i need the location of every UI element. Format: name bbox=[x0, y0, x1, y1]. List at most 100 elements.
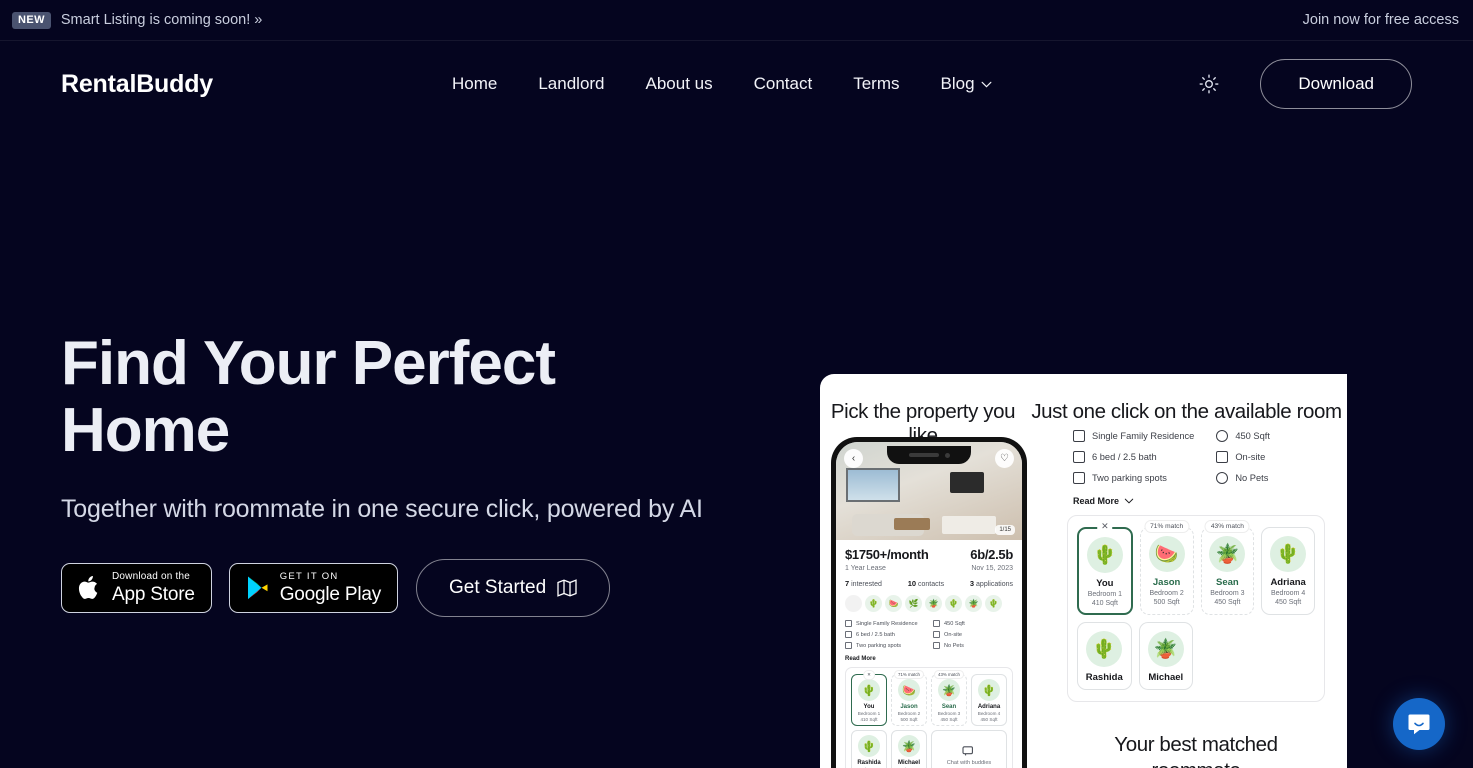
feature-item: No Pets bbox=[1216, 472, 1270, 484]
close-icon[interactable]: ✕ bbox=[863, 670, 875, 680]
nav-link-about-us[interactable]: About us bbox=[646, 74, 713, 94]
stat-applications-num: 3 bbox=[969, 579, 975, 588]
feature-item: No Pets bbox=[933, 642, 1013, 649]
room-avatar: 🍉 bbox=[898, 679, 920, 701]
close-icon[interactable]: ✕ bbox=[1097, 521, 1113, 532]
room-bed: Bedroom 3 bbox=[1210, 590, 1245, 597]
room-avatar: 🪴 bbox=[1209, 536, 1246, 572]
features-left: Single Family Residence 6 bed / 2.5 bath… bbox=[845, 620, 925, 649]
heart-icon[interactable]: ♡ bbox=[995, 449, 1014, 468]
site-logo[interactable]: RentalBuddy bbox=[61, 70, 213, 99]
room-card-michael[interactable]: 🪴 Michael bbox=[1138, 622, 1193, 690]
chevron-down-icon bbox=[1124, 498, 1134, 504]
avatar: 🍉 bbox=[885, 595, 902, 612]
nav-link-contact[interactable]: Contact bbox=[754, 74, 813, 94]
google-play-top-label: GET IT ON bbox=[279, 571, 339, 583]
feature-item: 6 bed / 2.5 bath bbox=[845, 631, 925, 638]
room-card-jason[interactable]: 71% match 🍉 Jason Bedroom 2 500 Sqft bbox=[1139, 520, 1194, 615]
room-name: Adriana bbox=[1270, 577, 1306, 588]
room-card-sean[interactable]: 43% match 🪴 Sean Bedroom 3 450 Sqft bbox=[931, 670, 967, 726]
nav-link-home[interactable]: Home bbox=[452, 74, 497, 94]
lease-row: 1 Year Lease Nov 15, 2023 bbox=[845, 565, 1013, 572]
app-store-top-label: Download on the bbox=[112, 570, 191, 582]
avatar: 🌵 bbox=[945, 595, 962, 612]
room-card-you[interactable]: ✕ 🌵 You Bedroom 1 410 Sqft bbox=[1077, 521, 1133, 615]
feature-item: On-site bbox=[1216, 451, 1270, 463]
panel-read-more-toggle[interactable]: Read More bbox=[1073, 496, 1337, 506]
hero-title-line1: Find Your Perfect bbox=[61, 329, 556, 398]
chat-widget-button[interactable] bbox=[1393, 698, 1445, 750]
room-name: You bbox=[1096, 578, 1114, 589]
stat-applications-label: applications bbox=[976, 581, 1013, 588]
room-bed: Bedroom 4 bbox=[1271, 590, 1306, 597]
room-card-rashida[interactable]: 🌵 Rashida Bedroom 5 400 Sqft bbox=[851, 730, 887, 768]
google-play-button[interactable]: GET IT ON Google Play bbox=[228, 562, 399, 613]
chevron-down-icon bbox=[981, 81, 991, 87]
sun-icon[interactable] bbox=[1197, 72, 1221, 96]
room-avatar: 🍉 bbox=[1148, 536, 1185, 572]
room-name: Adriana bbox=[977, 704, 1001, 710]
room-bed: Bedroom 3 bbox=[937, 711, 961, 716]
download-button[interactable]: Download bbox=[1260, 59, 1412, 109]
matched-roommate-heading: Your best matched roommate show up! bbox=[1075, 732, 1317, 768]
get-started-button[interactable]: Get Started bbox=[416, 558, 611, 617]
google-play-icon bbox=[247, 576, 268, 600]
nav-label: Terms bbox=[853, 74, 900, 93]
panel-right-column: Single Family Residence 6 bed / 2.5 bath… bbox=[1055, 430, 1337, 768]
features-right: 450 Sqft On-site No Pets bbox=[933, 620, 1013, 649]
nav-link-terms[interactable]: Terms bbox=[853, 74, 899, 94]
panel-features: Single Family Residence 6 bed / 2.5 bath… bbox=[1055, 430, 1337, 484]
avatar: 🌵 bbox=[865, 595, 882, 612]
room-card-rashida[interactable]: 🌵 Rashida bbox=[1077, 622, 1132, 690]
announcement-bar: NEW Smart Listing is coming soon! » Join… bbox=[0, 0, 1473, 41]
join-now-link[interactable]: Join now for free access bbox=[1303, 12, 1459, 28]
room-card-adriana[interactable]: 🌵 Adriana Bedroom 4 450 Sqft bbox=[1261, 527, 1315, 615]
announcement-message[interactable]: NEW Smart Listing is coming soon! » bbox=[12, 11, 262, 29]
back-icon[interactable]: ‹ bbox=[844, 449, 863, 468]
stat-interested: 7 interested bbox=[845, 579, 882, 588]
phone-screen: ‹ ♡ 1/15 $1750+/month 6b/2.5b 1 Year Lea… bbox=[836, 442, 1022, 768]
nav-links: Home Landlord About us Contact Terms Blo… bbox=[452, 74, 992, 94]
room-row-1: ✕ 🌵 You Bedroom 1 410 Sqft 71% match 🍉 J… bbox=[851, 670, 1007, 726]
announcement-text[interactable]: Smart Listing is coming soon! » bbox=[61, 12, 262, 28]
hero-copy: Find Your Perfect Home Together with roo… bbox=[61, 329, 761, 617]
room-card-sean[interactable]: 43% match 🪴 Sean Bedroom 3 450 Sqft bbox=[1200, 520, 1255, 615]
room-name: Michael bbox=[897, 760, 920, 766]
match-tag: 71% match bbox=[1144, 520, 1190, 533]
photo-tv bbox=[950, 472, 984, 493]
speaker-grill bbox=[908, 453, 939, 457]
nav-link-blog[interactable]: Blog bbox=[941, 74, 992, 94]
room-avatar: 🪴 bbox=[898, 735, 920, 757]
room-name: Jason bbox=[1152, 577, 1181, 588]
panel-room-row-1: ✕ 🌵 You Bedroom 1 410 Sqft 71% match 🍉 J… bbox=[1077, 520, 1315, 615]
room-avatar: 🌵 bbox=[1270, 536, 1307, 572]
new-badge: NEW bbox=[12, 11, 51, 29]
room-card-adriana[interactable]: 🌵 Adriana Bedroom 4 450 Sqft bbox=[971, 674, 1007, 726]
room-card-jason[interactable]: 71% match 🍉 Jason Bedroom 2 500 Sqft bbox=[891, 670, 927, 726]
chat-with-buddies-card[interactable]: Chat with buddies bbox=[931, 730, 1007, 768]
feature-label: Two parking spots bbox=[1092, 473, 1167, 483]
stat-applications: 3 applications bbox=[970, 579, 1013, 588]
feature-label: Single Family Residence bbox=[1092, 431, 1195, 441]
feature-label: On-site bbox=[944, 631, 963, 638]
nav-label: Blog bbox=[940, 74, 975, 93]
room-sqft: 450 Sqft bbox=[940, 717, 958, 722]
room-sqft: 450 Sqft bbox=[980, 717, 998, 722]
feature-label: 450 Sqft bbox=[944, 620, 965, 627]
match-tag: 71% match bbox=[894, 670, 924, 679]
room-avatar: 🌵 bbox=[978, 679, 1000, 701]
app-store-button[interactable]: Download on the App Store bbox=[61, 562, 212, 613]
room-card-you[interactable]: ✕ 🌵 You Bedroom 1 410 Sqft bbox=[851, 670, 887, 726]
panel-features-left: Single Family Residence 6 bed / 2.5 bath… bbox=[1073, 430, 1194, 484]
read-more-toggle[interactable]: Read More bbox=[845, 656, 1013, 662]
room-row-2: 🌵 Rashida Bedroom 5 400 Sqft 🪴 Michael B… bbox=[851, 730, 1007, 768]
room-bed: Bedroom 2 bbox=[897, 711, 921, 716]
phone-room-picker: ✕ 🌵 You Bedroom 1 410 Sqft 71% match 🍉 J… bbox=[845, 667, 1013, 768]
page-title: Find Your Perfect Home bbox=[61, 329, 621, 465]
stat-interested-label: interested bbox=[851, 581, 882, 588]
interested-avatars: 🌵 🍉 🌿 🪴 🌵 🪴 🌵 bbox=[845, 595, 1013, 612]
avatar: 🌵 bbox=[985, 595, 1002, 612]
room-card-michael[interactable]: 🪴 Michael Bedroom 6 400 Sqft bbox=[891, 730, 927, 768]
feature-item: Single Family Residence bbox=[845, 620, 925, 627]
nav-link-landlord[interactable]: Landlord bbox=[538, 74, 604, 94]
